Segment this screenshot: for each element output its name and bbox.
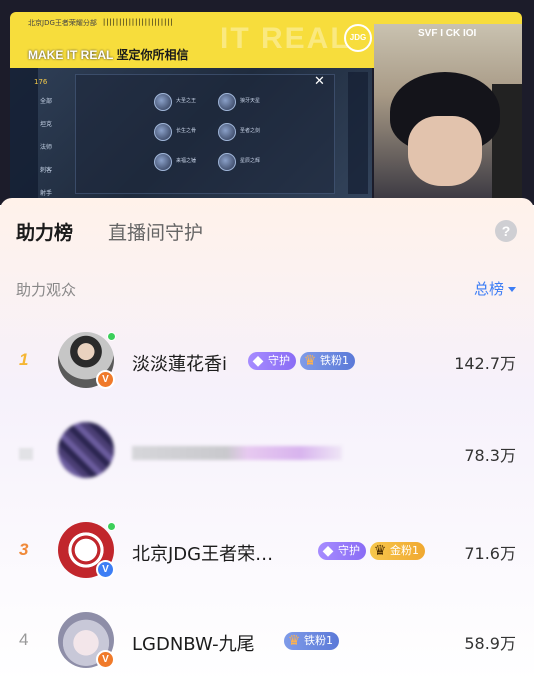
game-nav-item: 坦克 xyxy=(40,121,53,128)
support-score: 58.9万 xyxy=(464,634,516,653)
game-nav-item: 刺客 xyxy=(40,167,53,174)
rank-number: 3 xyxy=(19,540,29,559)
game-equipment-panel: 大圣之王 狼牙天星 长生之骨 圣者之剑 来福之锤 星辰之辉 xyxy=(75,74,335,194)
jdg-logo-icon: JDG xyxy=(344,24,372,52)
leaderboard-row[interactable]: 78.3万 xyxy=(0,416,534,496)
equipment-slot-icon xyxy=(154,123,172,141)
equipment-slot-label: 来福之锤 xyxy=(176,158,197,164)
caret-down-icon xyxy=(508,287,516,292)
online-indicator xyxy=(107,522,116,531)
leaderboard-row[interactable]: 3 V 北京JDG王者荣… ◆ 守护 ♛ 金粉1 71.6万 xyxy=(0,516,534,596)
fan-level-badge: ♛ 铁粉1 xyxy=(284,632,339,650)
fan-level-badge: ♛ 金粉1 xyxy=(370,542,425,560)
game-nav-item: 射手 xyxy=(40,190,53,197)
guard-badge-label: 守护 xyxy=(338,544,360,557)
support-score: 78.3万 xyxy=(464,446,516,465)
cam-wall-text: SVF I CK IOI xyxy=(418,28,477,39)
support-score: 142.7万 xyxy=(454,354,516,373)
equipment-slot-label: 大圣之王 xyxy=(176,98,197,104)
user-name[interactable]: 北京JDG王者荣… xyxy=(132,540,273,566)
equipment-slot-icon xyxy=(154,93,172,111)
tab-room-guardians[interactable]: 直播间守护 xyxy=(108,218,203,245)
game-nav-item: 全部 xyxy=(40,98,53,105)
guard-badge: ◆ 守护 xyxy=(248,352,296,370)
verified-badge-icon: V xyxy=(96,650,115,669)
crown-icon: ♛ xyxy=(287,633,301,649)
game-close-icon: ✕ xyxy=(314,74,325,89)
live-stream-video[interactable]: 北京JDG王者荣耀分部 |||||||||||||||||||||| IT RE… xyxy=(0,0,534,205)
sort-label: 总榜 xyxy=(473,280,504,298)
equipment-slot-label: 圣者之剑 xyxy=(240,128,261,134)
leaderboard-row[interactable]: 1 V 淡淡蓮花香i ◆ 守护 ♛ 铁粉1 142.7万 xyxy=(0,326,534,406)
rank-number: 4 xyxy=(19,630,29,649)
equipment-slot-icon xyxy=(218,123,236,141)
equipment-slot-label: 星辰之辉 xyxy=(240,158,261,164)
support-leaderboard-sheet: 助力榜 直播间守护 ? 助力观众 总榜 1 V 淡淡蓮花香i ◆ 守护 ♛ 铁粉1 … xyxy=(0,198,534,682)
shield-icon: ◆ xyxy=(252,353,264,369)
equipment-slot-icon xyxy=(218,153,236,171)
fan-level-label: 铁粉1 xyxy=(304,634,333,647)
user-name[interactable]: LGDNBW-九尾 xyxy=(132,630,255,656)
banner-team-tag: 北京JDG王者荣耀分部 xyxy=(28,19,97,27)
help-icon[interactable]: ? xyxy=(495,220,517,242)
crown-icon: ♛ xyxy=(373,543,387,559)
barcode-decoration: |||||||||||||||||||||| xyxy=(102,18,174,26)
rank-number-blurred xyxy=(19,448,33,460)
equipment-slot-label: 长生之骨 xyxy=(176,128,197,134)
user-name[interactable]: 淡淡蓮花香i xyxy=(132,350,227,376)
equipment-slot-icon xyxy=(154,153,172,171)
equipment-slot-label: 狼牙天星 xyxy=(240,98,261,104)
shield-icon: ◆ xyxy=(322,543,334,559)
tab-support-ranking[interactable]: 助力榜 xyxy=(16,218,73,245)
verified-badge-icon: V xyxy=(96,370,115,389)
guard-badge-label: 守护 xyxy=(268,354,290,367)
sort-dropdown[interactable]: 总榜 xyxy=(474,278,516,299)
leaderboard-row[interactable]: 4 V LGDNBW-九尾 ♛ 铁粉1 58.9万 xyxy=(0,606,534,682)
streamer-face xyxy=(408,116,482,186)
game-nav: 全部 坦克 法师 刺客 射手 辅助 xyxy=(40,96,68,205)
equipment-slot-icon xyxy=(218,93,236,111)
online-indicator xyxy=(107,332,116,341)
section-label: 助力观众 xyxy=(16,281,77,299)
game-right-bar xyxy=(348,72,368,194)
game-nav-item: 法师 xyxy=(40,144,53,151)
banner-slogan: MAKE IT REAL 坚定你所相信 xyxy=(28,46,188,63)
verified-badge-icon: V xyxy=(96,560,115,579)
banner-slogan-en: MAKE IT REAL xyxy=(28,48,114,62)
game-coin-count: 176 xyxy=(34,78,48,86)
fan-level-label: 金粉1 xyxy=(390,544,419,557)
guard-badge: ◆ 守护 xyxy=(318,542,366,560)
fan-level-label: 铁粉1 xyxy=(320,354,349,367)
fan-level-badge: ♛ 铁粉1 xyxy=(300,352,355,370)
crown-icon: ♛ xyxy=(303,353,317,369)
game-sidebar xyxy=(10,68,38,198)
user-name-blurred xyxy=(132,446,342,460)
streamer-webcam: SVF I CK IOI xyxy=(374,24,522,200)
banner-slogan-cn: 坚定你所相信 xyxy=(116,48,189,62)
avatar-blurred[interactable] xyxy=(58,422,114,478)
banner-ghost-text: IT REAL xyxy=(220,22,351,55)
support-score: 71.6万 xyxy=(464,544,516,563)
game-screen: 176 全部 坦克 法师 刺客 射手 辅助 大圣之王 狼牙天星 长生之骨 圣者之… xyxy=(10,68,372,198)
rank-number: 1 xyxy=(19,350,29,369)
